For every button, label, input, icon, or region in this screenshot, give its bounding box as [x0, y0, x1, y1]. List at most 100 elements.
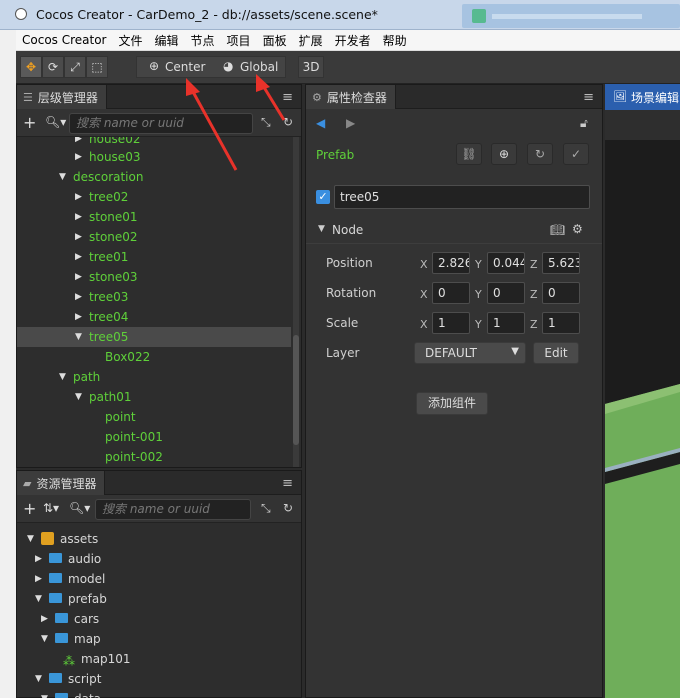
asset-row-audio[interactable]: ▶ audio	[17, 549, 297, 569]
tree-row-box022[interactable]: Box022	[17, 347, 297, 367]
rect-tool-button[interactable]: ⬚	[86, 56, 108, 78]
node-section-header[interactable]: ▼ Node 📖︎ ⚙	[306, 218, 602, 244]
position-z-input[interactable]: 5.623	[542, 252, 580, 274]
scale-tool-button[interactable]: ⤢	[64, 56, 86, 78]
tree-row-path01[interactable]: ▼ path01	[17, 387, 297, 407]
inspector-tab[interactable]: ⚙ 属性检查器	[306, 85, 396, 109]
asset-row-cars[interactable]: ▶ cars	[17, 609, 297, 629]
hierarchy-title: 层级管理器	[37, 90, 98, 105]
hierarchy-panel: ☰ 层级管理器 ≡ + 🔍︎▾ 搜索 name or uuid ⤡ ↻ ▶ hou…	[16, 84, 302, 468]
locate-prefab-button[interactable]: ⊕	[491, 143, 517, 165]
scale-y-input[interactable]: 1	[487, 312, 525, 334]
asset-row-map101[interactable]: ⁂ map101	[17, 649, 297, 669]
menu-developer[interactable]: 开发者	[329, 32, 377, 49]
menu-edit[interactable]: 编辑	[149, 32, 185, 49]
menu-node[interactable]: 节点	[185, 32, 221, 49]
gear-icon: ⚙	[312, 90, 322, 104]
tree-row-stone01[interactable]: ▶ stone01	[17, 207, 297, 227]
position-y-input[interactable]: 0.044	[487, 252, 525, 274]
revert-prefab-button[interactable]: ↻	[527, 143, 553, 165]
tree-row-tree03[interactable]: ▶ tree03	[17, 287, 297, 307]
folder-icon	[55, 633, 68, 643]
prefab-icon: ⁂	[63, 654, 75, 668]
sort-icon[interactable]: ⇅▾	[43, 501, 59, 515]
assets-tab[interactable]: ▰ 资源管理器	[17, 471, 106, 495]
tree-row-stone03[interactable]: ▶ stone03	[17, 267, 297, 287]
search-icon[interactable]: 🔍︎▾	[45, 115, 66, 129]
hierarchy-menu-icon[interactable]: ≡	[282, 90, 293, 105]
hierarchy-scrollbar-thumb[interactable]	[293, 335, 299, 445]
unlink-prefab-button[interactable]: ⛓	[456, 143, 482, 165]
node-name-input[interactable]: tree05	[334, 185, 590, 209]
asset-row-script[interactable]: ▼ script	[17, 669, 297, 689]
global-button[interactable]: Global	[240, 60, 278, 74]
rotation-x-input[interactable]: 0	[432, 282, 470, 304]
tree-row-house03[interactable]: ▶ house03	[17, 147, 297, 167]
rect-icon: ⬚	[91, 60, 103, 74]
tree-row-tree04[interactable]: ▶ tree04	[17, 307, 297, 327]
tree-row-path[interactable]: ▼ path	[17, 367, 297, 387]
tree-row-point[interactable]: point	[17, 407, 297, 427]
add-component-button[interactable]: 添加组件	[416, 392, 488, 415]
tree-row-tree02[interactable]: ▶ tree02	[17, 187, 297, 207]
tree-row-stone02[interactable]: ▶ stone02	[17, 227, 297, 247]
refresh-icon[interactable]: ↻	[283, 115, 293, 129]
asset-row-map[interactable]: ▼ map	[17, 629, 297, 649]
3d-toggle-button[interactable]: 3D	[298, 56, 324, 78]
menu-file[interactable]: 文件	[113, 32, 149, 49]
tree-row-point-002[interactable]: point-002	[17, 447, 297, 467]
hierarchy-search-input[interactable]: 搜索 name or uuid	[69, 113, 253, 134]
scene-toolbar	[605, 110, 680, 140]
tree-row-descoration[interactable]: ▼ descoration	[17, 167, 297, 187]
scale-x-axis: X	[420, 318, 428, 331]
hierarchy-tab[interactable]: ☰ 层级管理器	[17, 85, 107, 109]
assets-refresh-icon[interactable]: ↻	[283, 501, 293, 515]
folder-icon	[49, 553, 62, 563]
asset-row-assets[interactable]: ▼ assets	[17, 529, 297, 549]
assets-menu-icon[interactable]: ≡	[282, 476, 293, 491]
inspector-menu-icon[interactable]: ≡	[583, 90, 594, 105]
assets-toolbar: + ⇅▾ 🔍︎▾ 搜索 name or uuid ⤡ ↻	[17, 495, 301, 523]
rotate-tool-button[interactable]: ⟳	[42, 56, 64, 78]
asset-row-data[interactable]: ▼data	[17, 689, 297, 698]
asset-row-model[interactable]: ▶ model	[17, 569, 297, 589]
tree-row-point-001[interactable]: point-001	[17, 427, 297, 447]
asset-row-prefab[interactable]: ▼ prefab	[17, 589, 297, 609]
menu-panel[interactable]: 面板	[257, 32, 293, 49]
layer-edit-button[interactable]: Edit	[533, 342, 579, 364]
center-button[interactable]: Center	[165, 60, 205, 74]
settings-gear-icon[interactable]: ⚙	[572, 222, 583, 236]
menu-help[interactable]: 帮助	[377, 32, 413, 49]
layer-select[interactable]: DEFAULT ▼	[414, 342, 526, 364]
menu-cocos-creator[interactable]: Cocos Creator	[16, 33, 113, 47]
scene-tab[interactable]: 🖼︎ 场景编辑	[605, 84, 680, 110]
asset-search-icon[interactable]: 🔍︎▾	[69, 501, 90, 515]
lock-icon[interactable]: 🔓︎	[580, 116, 588, 131]
add-asset-icon[interactable]: +	[23, 499, 36, 518]
forward-arrow-icon[interactable]: ▶	[346, 116, 355, 130]
revert-icon: ↻	[534, 147, 546, 161]
collapse-all-icon[interactable]: ⤡	[261, 115, 271, 130]
node-active-checkbox[interactable]: ✓	[316, 190, 330, 204]
position-x-input[interactable]: 2.826	[432, 252, 470, 274]
help-book-icon[interactable]: 📖︎	[550, 223, 565, 237]
scene-icon: 🖼︎	[613, 90, 627, 103]
menu-project[interactable]: 项目	[221, 32, 257, 49]
scale-z-input[interactable]: 1	[542, 312, 580, 334]
assets-title: 资源管理器	[36, 476, 97, 491]
folder-icon	[49, 673, 62, 683]
rotate-icon: ⟳	[47, 60, 59, 74]
rotation-y-input[interactable]: 0	[487, 282, 525, 304]
check-icon: ✓	[570, 147, 582, 161]
apply-prefab-button[interactable]: ✓	[563, 143, 589, 165]
rotation-z-input[interactable]: 0	[542, 282, 580, 304]
scale-x-input[interactable]: 1	[432, 312, 470, 334]
back-arrow-icon[interactable]: ◀	[316, 116, 325, 130]
tree-row-tree05[interactable]: ▼ tree05	[17, 327, 291, 347]
assets-search-input[interactable]: 搜索 name or uuid	[95, 499, 251, 520]
tree-row-tree01[interactable]: ▶ tree01	[17, 247, 297, 267]
move-tool-button[interactable]: ✥	[20, 56, 42, 78]
menu-extension[interactable]: 扩展	[293, 32, 329, 49]
add-node-icon[interactable]: +	[23, 113, 36, 132]
assets-collapse-icon[interactable]: ⤡	[261, 501, 271, 516]
